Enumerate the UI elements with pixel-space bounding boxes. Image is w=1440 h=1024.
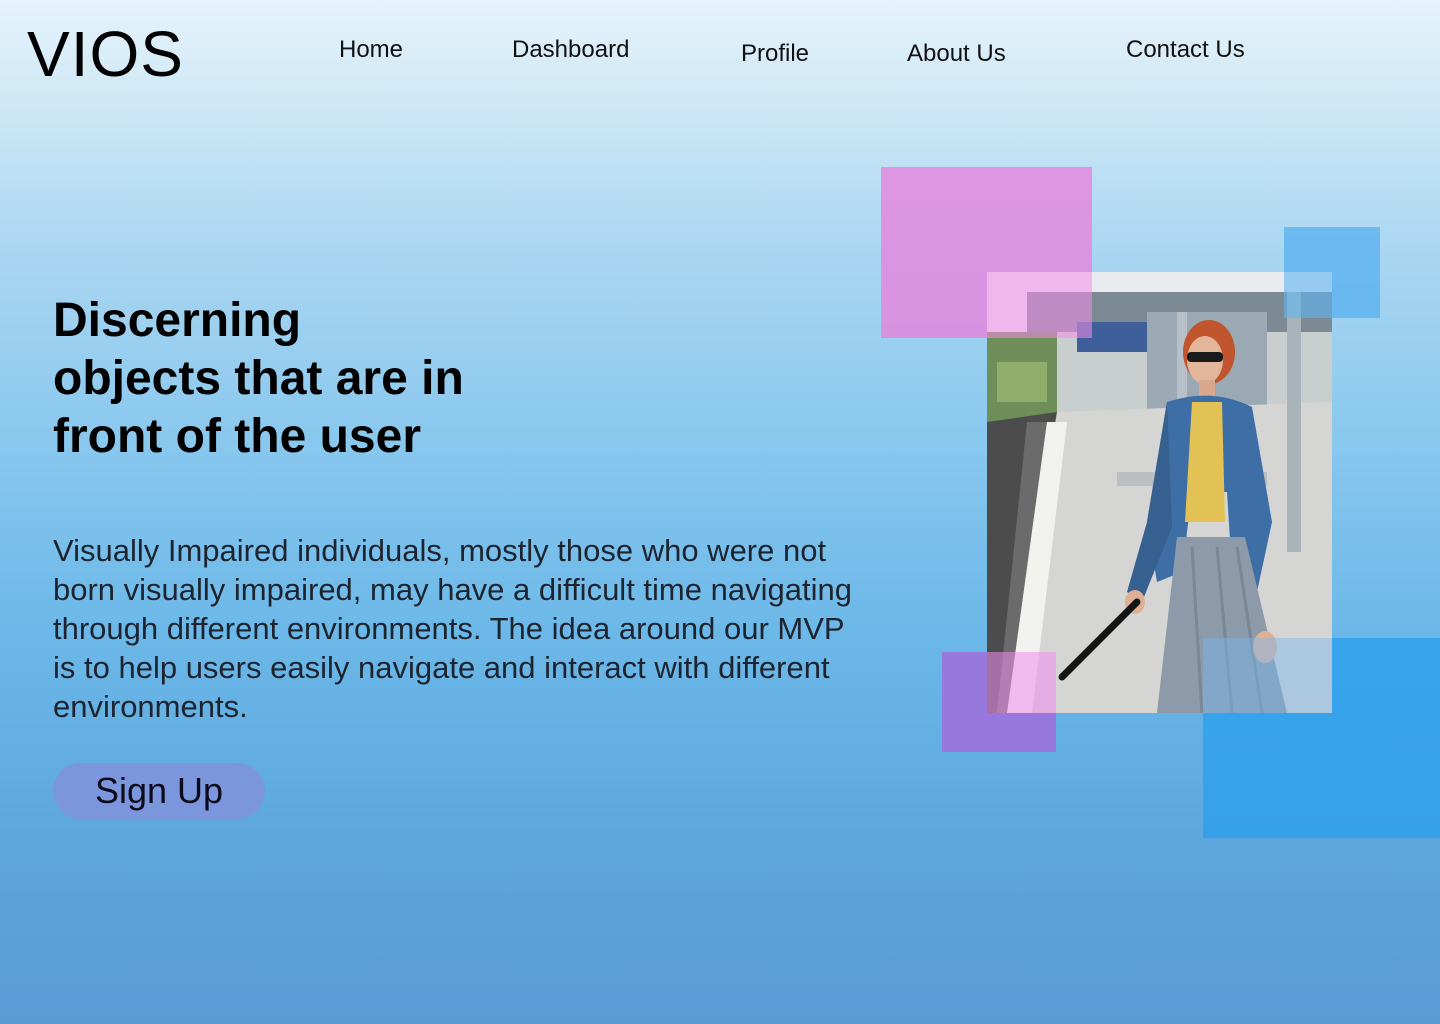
hero-description: Visually Impaired individuals, mostly th… xyxy=(53,533,852,724)
photo-blue-bottom-overlay xyxy=(1203,638,1332,713)
sign-up-button[interactable]: Sign Up xyxy=(53,763,265,819)
nav-contact-us[interactable]: Contact Us xyxy=(1126,38,1245,62)
hero-title: Discerning objects that are in front of … xyxy=(53,294,464,463)
photo-purple-overlay xyxy=(987,652,1056,713)
photo-blue-overlay xyxy=(1284,272,1332,318)
brand-logo[interactable]: VIOS xyxy=(27,22,184,86)
nav-home[interactable]: Home xyxy=(339,38,403,62)
photo-pink-overlay xyxy=(987,272,1092,338)
nav-about-us[interactable]: About Us xyxy=(907,42,1006,66)
nav-dashboard[interactable]: Dashboard xyxy=(512,38,629,62)
nav-profile[interactable]: Profile xyxy=(741,42,809,66)
